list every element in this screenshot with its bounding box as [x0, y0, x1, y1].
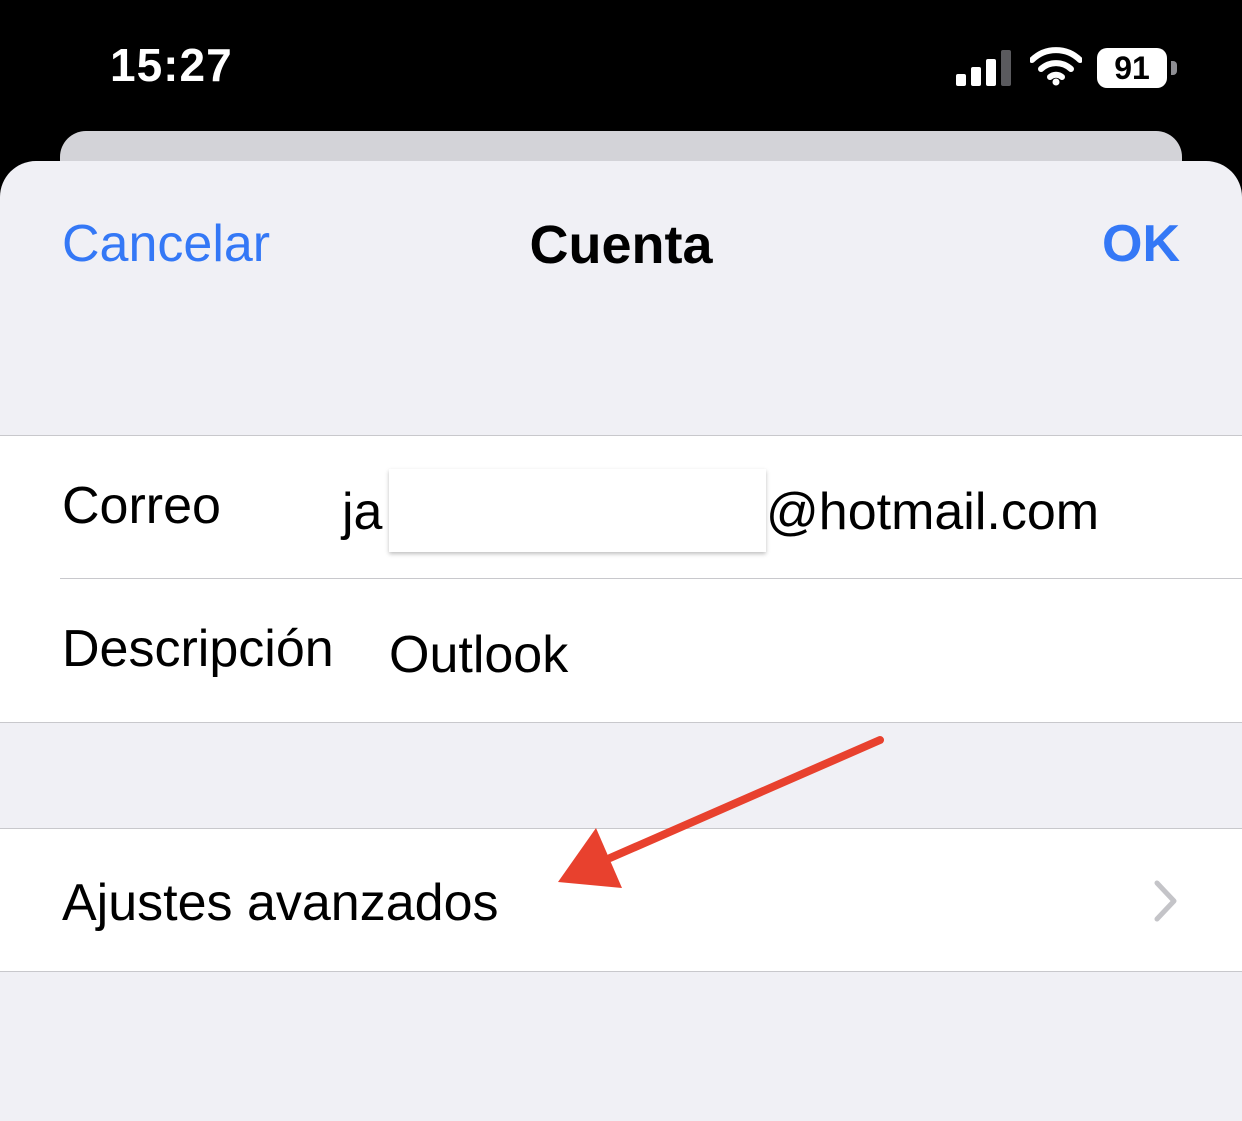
annotation-arrow-icon: [558, 736, 884, 888]
status-time: 15:27: [110, 39, 233, 91]
cellular-signal-icon: [956, 50, 1011, 86]
email-value-prefix: ja: [342, 483, 383, 541]
battery-icon: 91: [1097, 48, 1179, 88]
description-value[interactable]: Outlook: [389, 625, 568, 685]
email-label: Correo: [62, 477, 221, 535]
ok-button[interactable]: OK: [1102, 214, 1180, 274]
account-fields-group: Correo ja @hotmail.com Descripción Outlo…: [0, 435, 1242, 723]
battery-tip: [1171, 61, 1177, 75]
wifi-icon: [1030, 47, 1082, 86]
advanced-settings-label: Ajustes avanzados: [62, 874, 499, 932]
email-row[interactable]: Correo ja @hotmail.com: [0, 436, 1242, 579]
redaction-box: [389, 469, 766, 552]
screen: 15:27 91 Cuenta Cancelar OK Correo ja @h…: [0, 0, 1242, 1121]
description-row[interactable]: Descripción Outlook: [0, 579, 1242, 722]
battery-level: 91: [1097, 48, 1167, 88]
cancel-button[interactable]: Cancelar: [62, 214, 270, 274]
email-value-suffix: @hotmail.com: [766, 483, 1100, 541]
chevron-right-icon: [1154, 880, 1177, 922]
description-label: Descripción: [62, 620, 334, 678]
